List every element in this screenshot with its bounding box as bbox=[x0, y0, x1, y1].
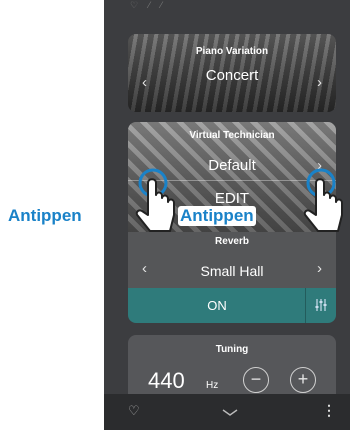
virtual-technician-title: Virtual Technician bbox=[189, 130, 275, 141]
reverb-toggle-label: ON bbox=[207, 298, 227, 313]
chevron-right-icon[interactable]: › bbox=[317, 260, 322, 277]
increase-button[interactable]: + bbox=[290, 367, 316, 393]
more-vertical-icon[interactable]: ⋮ bbox=[322, 402, 336, 419]
tap-annotation-label: Antippen bbox=[6, 206, 84, 226]
tuning-unit: Hz bbox=[206, 380, 219, 391]
tap-hand-icon bbox=[135, 168, 175, 232]
chevron-left-icon[interactable]: ‹ bbox=[142, 260, 147, 277]
piano-variation-title: Piano Variation bbox=[195, 46, 269, 57]
chevron-down-icon[interactable] bbox=[222, 409, 238, 417]
chevron-right-icon[interactable]: › bbox=[317, 74, 322, 91]
heart-icon[interactable]: ♡ bbox=[128, 403, 140, 419]
piano-variation-value: Concert bbox=[205, 67, 259, 84]
bottom-bar: ♡ ⋮ bbox=[104, 394, 350, 430]
tap-annotation-label: Antippen bbox=[178, 206, 256, 226]
chevron-left-icon[interactable]: ‹ bbox=[142, 74, 147, 91]
sliders-icon[interactable] bbox=[314, 298, 328, 312]
tuning-value: 440 bbox=[148, 368, 185, 393]
reverb-value: Small Hall bbox=[200, 263, 264, 279]
status-bar: ♡ ⁄ ⁄ bbox=[130, 0, 167, 10]
reverb-toggle-button[interactable]: ON bbox=[128, 288, 336, 323]
tuning-title: Tuning bbox=[215, 344, 249, 355]
divider bbox=[305, 288, 306, 323]
decrease-button[interactable]: − bbox=[243, 367, 269, 393]
piano-variation-card: Piano Variation Concert ‹ › bbox=[128, 34, 336, 112]
tap-hand-icon bbox=[303, 168, 343, 232]
